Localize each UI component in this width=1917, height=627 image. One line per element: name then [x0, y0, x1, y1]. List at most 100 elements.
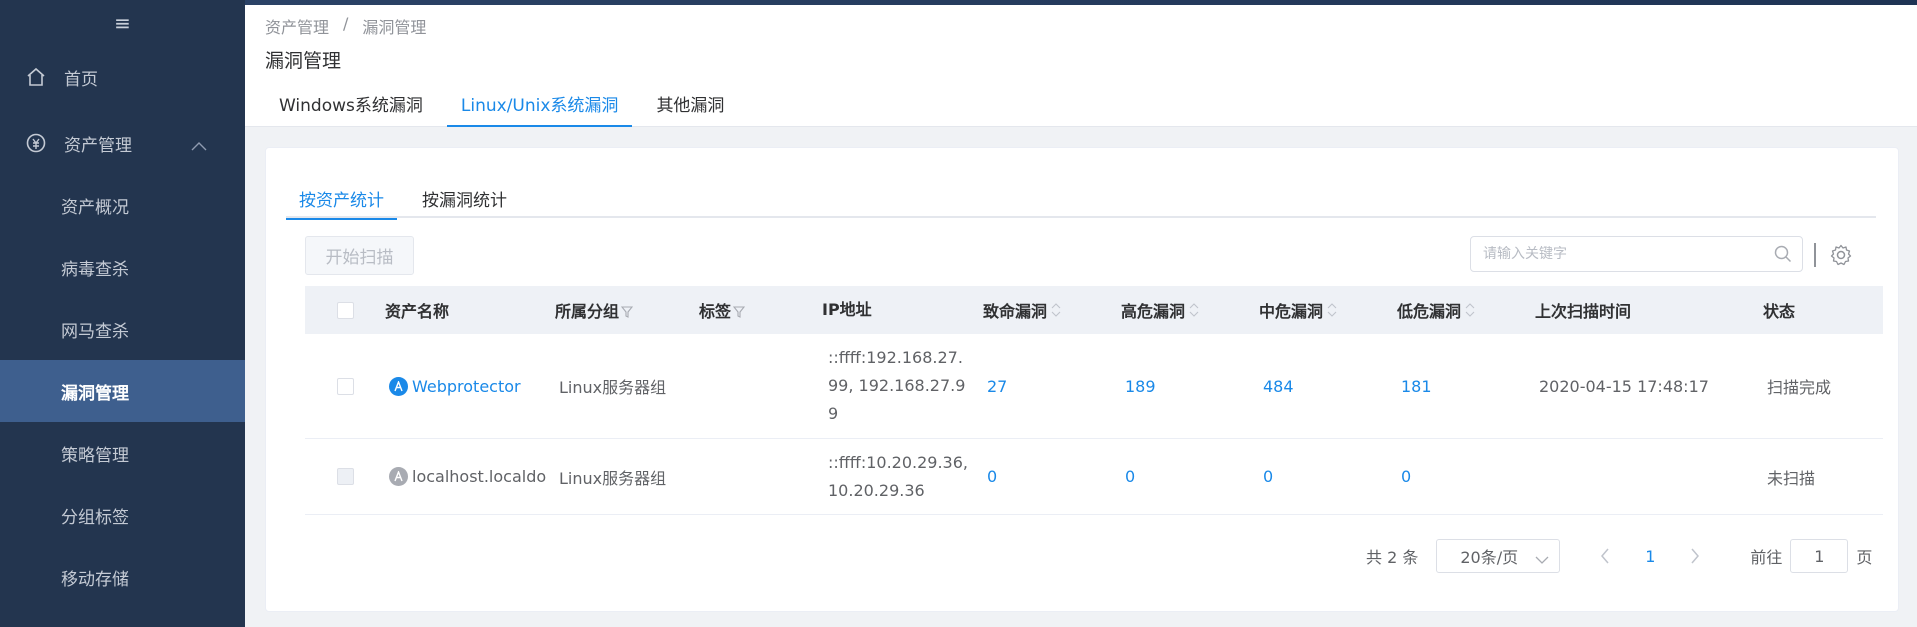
row-select-cell: [305, 468, 385, 485]
search-box: [1470, 236, 1803, 272]
asset-name-cell: Webprotector: [385, 376, 555, 396]
pagination: 共 2 条 20条/页 1 前往 页: [1366, 538, 1872, 574]
medium-count[interactable]: 484: [1259, 377, 1397, 396]
tab-linux-unix[interactable]: Linux/Unix系统漏洞: [446, 81, 633, 127]
goto-page-input[interactable]: [1790, 539, 1849, 573]
goto-page: 前往 页: [1750, 539, 1872, 573]
sidebar-item-home[interactable]: 首页: [0, 46, 245, 108]
search-input[interactable]: [1483, 246, 1773, 262]
row-checkbox[interactable]: [336, 377, 354, 395]
chevron-up-icon: [191, 136, 207, 156]
menu-toggle-icon[interactable]: ≡: [0, 0, 245, 46]
header-low[interactable]: 低危漏洞: [1397, 298, 1535, 323]
tab-by-asset[interactable]: 按资产统计: [286, 178, 397, 220]
header-high[interactable]: 高危漏洞: [1121, 298, 1259, 323]
select-all-cell: [305, 301, 385, 319]
header-ip: IP地址: [822, 300, 872, 319]
header-medium[interactable]: 中危漏洞: [1259, 298, 1397, 323]
asset-name-cell: localhost.localdo: [385, 467, 555, 486]
breadcrumb-current: 漏洞管理: [362, 18, 427, 37]
filter-icon[interactable]: [620, 303, 634, 322]
high-count[interactable]: 0: [1121, 467, 1259, 486]
breadcrumb-parent[interactable]: 资产管理: [265, 14, 329, 38]
sidebar-item-asset-overview[interactable]: 资产概况: [0, 174, 245, 236]
ip-line: 9: [828, 404, 839, 423]
header-asset-name: 资产名称: [385, 302, 450, 321]
sidebar: ≡ 首页 资产管理 资产概况 病毒查杀 网马查杀 漏洞管理 策略管理 分组标签 …: [0, 0, 245, 627]
critical-count[interactable]: 27: [983, 377, 1121, 396]
header-last-scan: 上次扫描时间: [1535, 302, 1632, 321]
home-icon: [24, 65, 48, 89]
last-scan-cell: 2020-04-15 17:48:17: [1539, 376, 1709, 396]
breadcrumb-separator: /: [343, 14, 349, 33]
header-group[interactable]: 所属分组: [555, 298, 699, 322]
next-page-button[interactable]: [1680, 548, 1710, 564]
tab-other[interactable]: 其他漏洞: [642, 81, 738, 125]
status-cell: 未扫描: [1767, 468, 1816, 488]
ip-cell: ::ffff:10.20.29.36, 10.20.29.36: [822, 449, 983, 505]
tab-windows[interactable]: Windows系统漏洞: [265, 81, 437, 125]
row-checkbox[interactable]: [336, 468, 354, 485]
ip-line: ::ffff:192.168.27.: [828, 348, 963, 367]
low-count[interactable]: 0: [1397, 467, 1535, 486]
group-cell: Linux服务器组: [559, 378, 667, 397]
gear-icon[interactable]: [1829, 243, 1853, 271]
sidebar-item-virus-scan[interactable]: 病毒查杀: [0, 236, 245, 298]
filter-icon[interactable]: [732, 303, 746, 322]
sidebar-item-removable-storage[interactable]: 移动存储: [0, 546, 245, 608]
sidebar-item-group-tags[interactable]: 分组标签: [0, 484, 245, 546]
linux-os-icon: [389, 467, 408, 486]
prev-page-button[interactable]: [1590, 548, 1620, 564]
page-size-select[interactable]: 20条/页: [1436, 539, 1561, 573]
header-group-label: 所属分组: [555, 302, 620, 321]
critical-count[interactable]: 0: [983, 467, 1121, 486]
ip-line: ::ffff:10.20.29.36,: [828, 452, 968, 472]
asset-icon: [24, 131, 48, 155]
header-status: 状态: [1763, 302, 1796, 321]
tab-by-vulnerability[interactable]: 按漏洞统计: [409, 178, 520, 218]
sidebar-item-policy[interactable]: 策略管理: [0, 422, 245, 484]
sort-icon[interactable]: [1465, 302, 1475, 322]
asset-name-link[interactable]: Webprotector: [412, 377, 521, 396]
header-critical[interactable]: 致命漏洞: [983, 298, 1121, 323]
low-count[interactable]: 181: [1397, 377, 1535, 396]
header-high-label: 高危漏洞: [1121, 301, 1186, 321]
high-count[interactable]: 189: [1121, 377, 1259, 396]
row-select-cell: [305, 377, 385, 395]
start-scan-button[interactable]: 开始扫描: [305, 236, 414, 275]
sidebar-item-webshell-scan[interactable]: 网马查杀: [0, 298, 245, 360]
page-number[interactable]: 1: [1620, 547, 1680, 566]
header-critical-label: 致命漏洞: [983, 301, 1048, 321]
sidebar-item-label: 首页: [64, 69, 98, 90]
sort-icon[interactable]: [1327, 302, 1337, 322]
asset-name-text: localhost.localdo: [412, 467, 547, 486]
select-all-checkbox[interactable]: [336, 301, 354, 319]
header-tag[interactable]: 标签: [699, 298, 822, 322]
table-header: 资产名称 所属分组 标签 IP地址 致命漏洞 高危漏洞 中危漏洞 低危漏洞 上次…: [305, 286, 1883, 334]
asset-vuln-table: 资产名称 所属分组 标签 IP地址 致命漏洞 高危漏洞 中危漏洞 低危漏洞 上次…: [305, 286, 1883, 515]
status-cell: 扫描完成: [1767, 378, 1832, 397]
table-row: Webprotector Linux服务器组 ::ffff:192.168.27…: [305, 334, 1883, 439]
sort-icon[interactable]: [1189, 302, 1199, 322]
goto-label: 前往: [1750, 548, 1783, 567]
table-row: localhost.localdo Linux服务器组 ::ffff:10.20…: [305, 439, 1883, 515]
sidebar-item-label: 资产管理: [64, 135, 132, 156]
medium-count[interactable]: 0: [1259, 467, 1397, 486]
breadcrumb: 资产管理 / 漏洞管理: [265, 14, 426, 38]
goto-suffix: 页: [1856, 548, 1873, 567]
linux-os-icon: [389, 376, 408, 396]
total-count: 共 2 条: [1366, 548, 1419, 567]
header-low-label: 低危漏洞: [1397, 301, 1462, 321]
ip-cell: ::ffff:192.168.27. 99, 192.168.27.9 9: [822, 344, 983, 428]
chevron-down-icon: [1535, 550, 1549, 569]
ip-line: 99, 192.168.27.9: [828, 376, 966, 395]
vuln-type-tabs: Windows系统漏洞 Linux/Unix系统漏洞 其他漏洞: [265, 81, 748, 127]
group-cell: Linux服务器组: [559, 468, 667, 488]
sidebar-item-asset-management[interactable]: 资产管理: [0, 112, 245, 174]
search-icon[interactable]: [1774, 245, 1792, 267]
content-card: 按资产统计 按漏洞统计 开始扫描 资产名称 所属分组 标签 IP地址 致命漏洞: [265, 147, 1899, 612]
sort-icon[interactable]: [1051, 302, 1061, 322]
sidebar-item-vulnerability[interactable]: 漏洞管理: [0, 360, 245, 422]
header-tag-label: 标签: [699, 302, 732, 321]
page-header: 资产管理 / 漏洞管理 漏洞管理 Windows系统漏洞 Linux/Unix系…: [245, 5, 1917, 127]
